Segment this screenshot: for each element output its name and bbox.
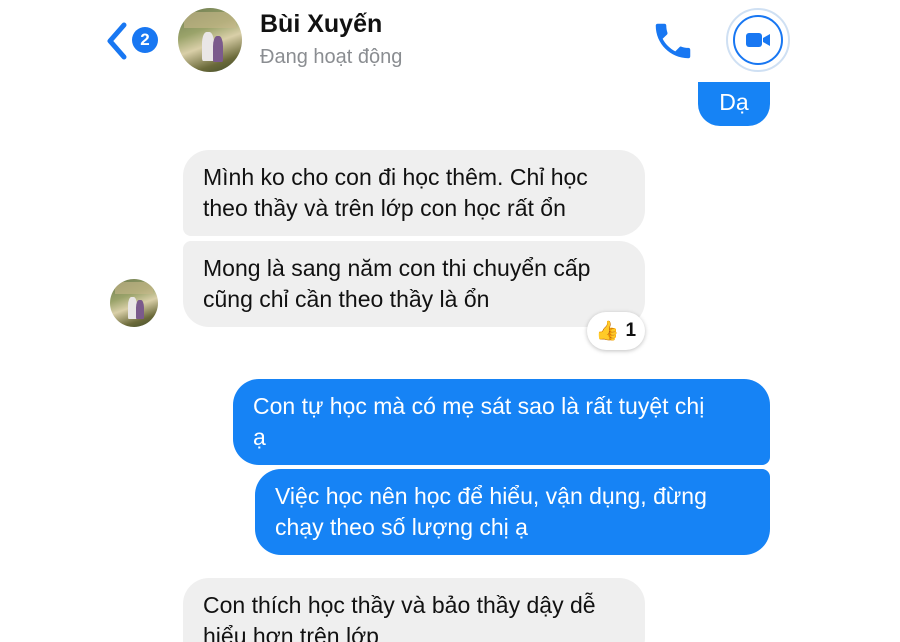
video-call-icon: [746, 33, 770, 47]
phone-icon: [655, 23, 691, 59]
message-bubble-outgoing[interactable]: Việc học nên học để hiểu, vận dụng, đừng…: [255, 469, 770, 555]
message-text-line: Mong là sang năm con thi chuyển cấp: [203, 255, 591, 281]
message-text-line: Mình ko cho con đi học thêm. Chỉ học: [203, 164, 588, 190]
message-text-line: cũng chỉ cần theo thầy là ổn: [203, 286, 490, 312]
message-text-line: Việc học nên học để hiểu, vận dụng, đừng: [275, 483, 707, 509]
message-text: Dạ: [719, 89, 749, 115]
message-bubble-incoming[interactable]: Mình ko cho con đi học thêm. Chỉ học the…: [183, 150, 645, 236]
reaction-badge[interactable]: 👍 1: [587, 312, 645, 350]
back-button[interactable]: 2: [104, 20, 164, 62]
conversation-header: 2 Bùi Xuyến Đang hoạt động: [90, 0, 810, 82]
reaction-count: 1: [625, 320, 637, 341]
contact-name[interactable]: Bùi Xuyến: [260, 10, 382, 39]
message-bubble-outgoing[interactable]: Con tự học mà có mẹ sát sao là rất tuyệt…: [233, 379, 770, 465]
message-text-line: Con tự học mà có mẹ sát sao là rất tuyệt…: [253, 393, 705, 419]
thumbs-up-icon: 👍: [595, 321, 620, 342]
message-bubble-outgoing[interactable]: Dạ: [698, 82, 770, 126]
message-text-line: theo thầy và trên lớp con học rất ổn: [203, 195, 566, 221]
contact-avatar[interactable]: [178, 8, 242, 72]
message-text-line: hiểu hơn trên lớp: [203, 623, 379, 642]
message-text-line: ạ: [253, 424, 266, 450]
active-status: Đang hoạt động: [260, 46, 403, 68]
message-text-line: chạy theo số lượng chị ạ: [275, 514, 528, 540]
unread-badge: 2: [132, 27, 158, 53]
video-call-button[interactable]: [726, 8, 790, 72]
message-bubble-incoming[interactable]: Con thích học thầy và bảo thầy dậy dễ hi…: [183, 578, 645, 642]
message-bubble-incoming[interactable]: Mong là sang năm con thi chuyển cấp cũng…: [183, 241, 645, 327]
call-button[interactable]: [650, 18, 696, 64]
message-text-line: Con thích học thầy và bảo thầy dậy dễ: [203, 592, 596, 618]
sender-avatar[interactable]: [110, 279, 158, 327]
chat-window: 2 Bùi Xuyến Đang hoạt động Dạ Mình ko ch…: [90, 0, 810, 642]
back-chevron-icon: [107, 22, 127, 60]
